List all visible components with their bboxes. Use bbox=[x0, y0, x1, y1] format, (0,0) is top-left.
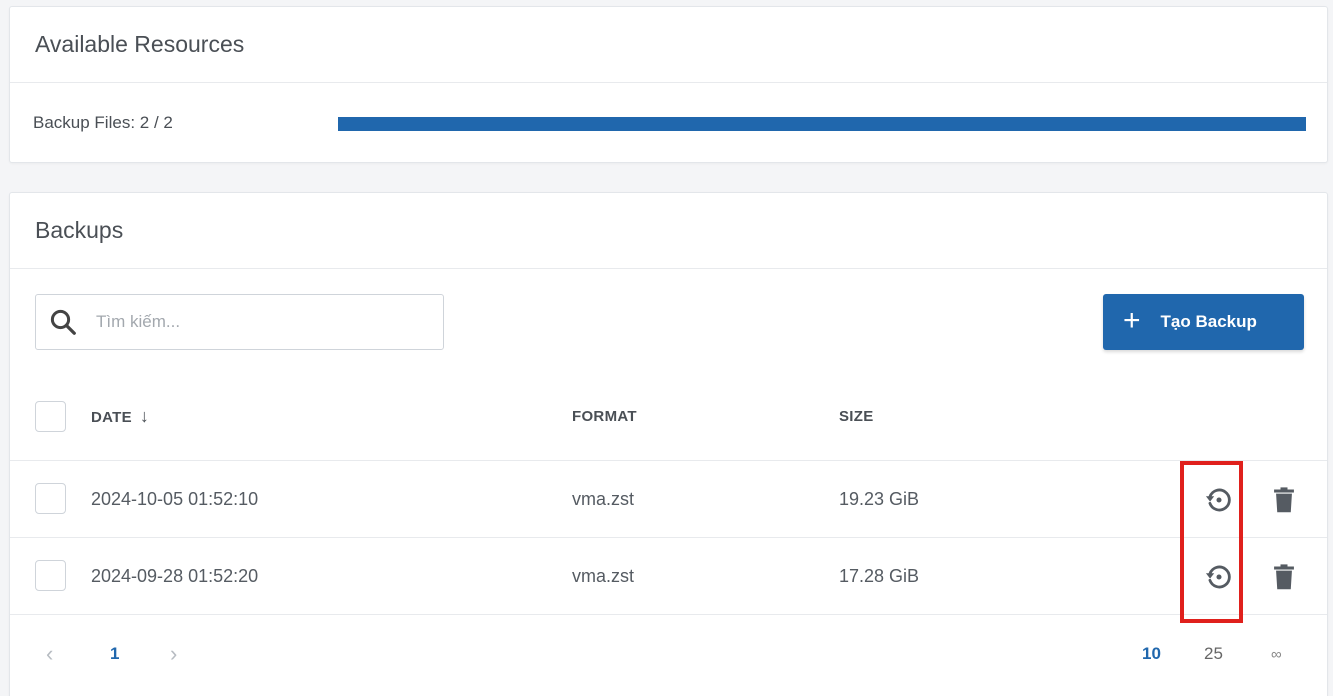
delete-button[interactable] bbox=[1267, 483, 1301, 517]
backup-files-label: Backup Files: 2 / 2 bbox=[33, 113, 173, 132]
prev-page-button[interactable]: ‹ bbox=[46, 641, 53, 667]
row-date: 2024-10-05 01:52:10 bbox=[91, 488, 259, 509]
create-backup-button[interactable]: + Tạo Backup bbox=[1103, 294, 1304, 350]
restore-button[interactable] bbox=[1202, 560, 1236, 594]
page-1-button[interactable]: 1 bbox=[110, 644, 119, 664]
available-resources-title: Available Resources bbox=[10, 7, 1327, 83]
trash-icon bbox=[1274, 564, 1294, 590]
row-format: vma.zst bbox=[572, 565, 635, 586]
row-size: 19.23 GiB bbox=[839, 488, 920, 509]
restore-button[interactable] bbox=[1202, 483, 1236, 517]
sort-down-icon: ↓ bbox=[139, 406, 150, 426]
plus-icon: + bbox=[1123, 303, 1141, 337]
next-page-button[interactable]: › bbox=[170, 641, 177, 667]
backup-files-progress-fill bbox=[338, 117, 1306, 131]
column-header-date-label: DATE bbox=[91, 409, 132, 426]
backup-files-progress-bar bbox=[338, 117, 1306, 131]
trash-icon bbox=[1274, 487, 1294, 513]
search-box[interactable] bbox=[35, 294, 444, 350]
table-row: 2024-09-28 01:52:20 vma.zst 17.28 GiB bbox=[10, 538, 1327, 615]
row-format: vma.zst bbox=[572, 488, 635, 509]
table-header: DATE ↓ FORMAT SIZE bbox=[10, 373, 1327, 461]
row-checkbox[interactable] bbox=[35, 483, 66, 514]
search-icon bbox=[50, 309, 76, 335]
page-size-25[interactable]: 25 bbox=[1204, 644, 1223, 664]
row-size: 17.28 GiB bbox=[839, 565, 920, 586]
backups-toolbar: + Tạo Backup bbox=[10, 269, 1327, 373]
restore-icon bbox=[1205, 565, 1231, 589]
column-header-size[interactable]: SIZE bbox=[839, 408, 874, 425]
delete-button[interactable] bbox=[1267, 560, 1301, 594]
page-size-10[interactable]: 10 bbox=[1142, 644, 1161, 664]
backups-title: Backups bbox=[10, 193, 1327, 269]
row-date: 2024-09-28 01:52:20 bbox=[91, 565, 259, 586]
page-size-all[interactable]: ∞ bbox=[1271, 646, 1282, 663]
column-header-format[interactable]: FORMAT bbox=[572, 408, 637, 425]
available-resources-card: Available Resources Backup Files: 2 / 2 bbox=[9, 6, 1328, 163]
backups-card: Backups + Tạo Backup DATE ↓ FORMAT SIZE 2… bbox=[9, 192, 1328, 696]
select-all-checkbox[interactable] bbox=[35, 401, 66, 432]
backups-table: DATE ↓ FORMAT SIZE 2024-10-05 01:52:10 vm… bbox=[10, 373, 1327, 615]
create-backup-label: Tạo Backup bbox=[1160, 312, 1257, 331]
column-header-date[interactable]: DATE ↓ bbox=[91, 406, 149, 427]
restore-icon bbox=[1205, 488, 1231, 512]
search-input[interactable] bbox=[96, 312, 396, 332]
pagination: ‹ 1 › 10 25 ∞ bbox=[10, 615, 1327, 693]
row-checkbox[interactable] bbox=[35, 560, 66, 591]
table-row: 2024-10-05 01:52:10 vma.zst 19.23 GiB bbox=[10, 461, 1327, 538]
backup-files-row: Backup Files: 2 / 2 bbox=[10, 83, 1327, 163]
